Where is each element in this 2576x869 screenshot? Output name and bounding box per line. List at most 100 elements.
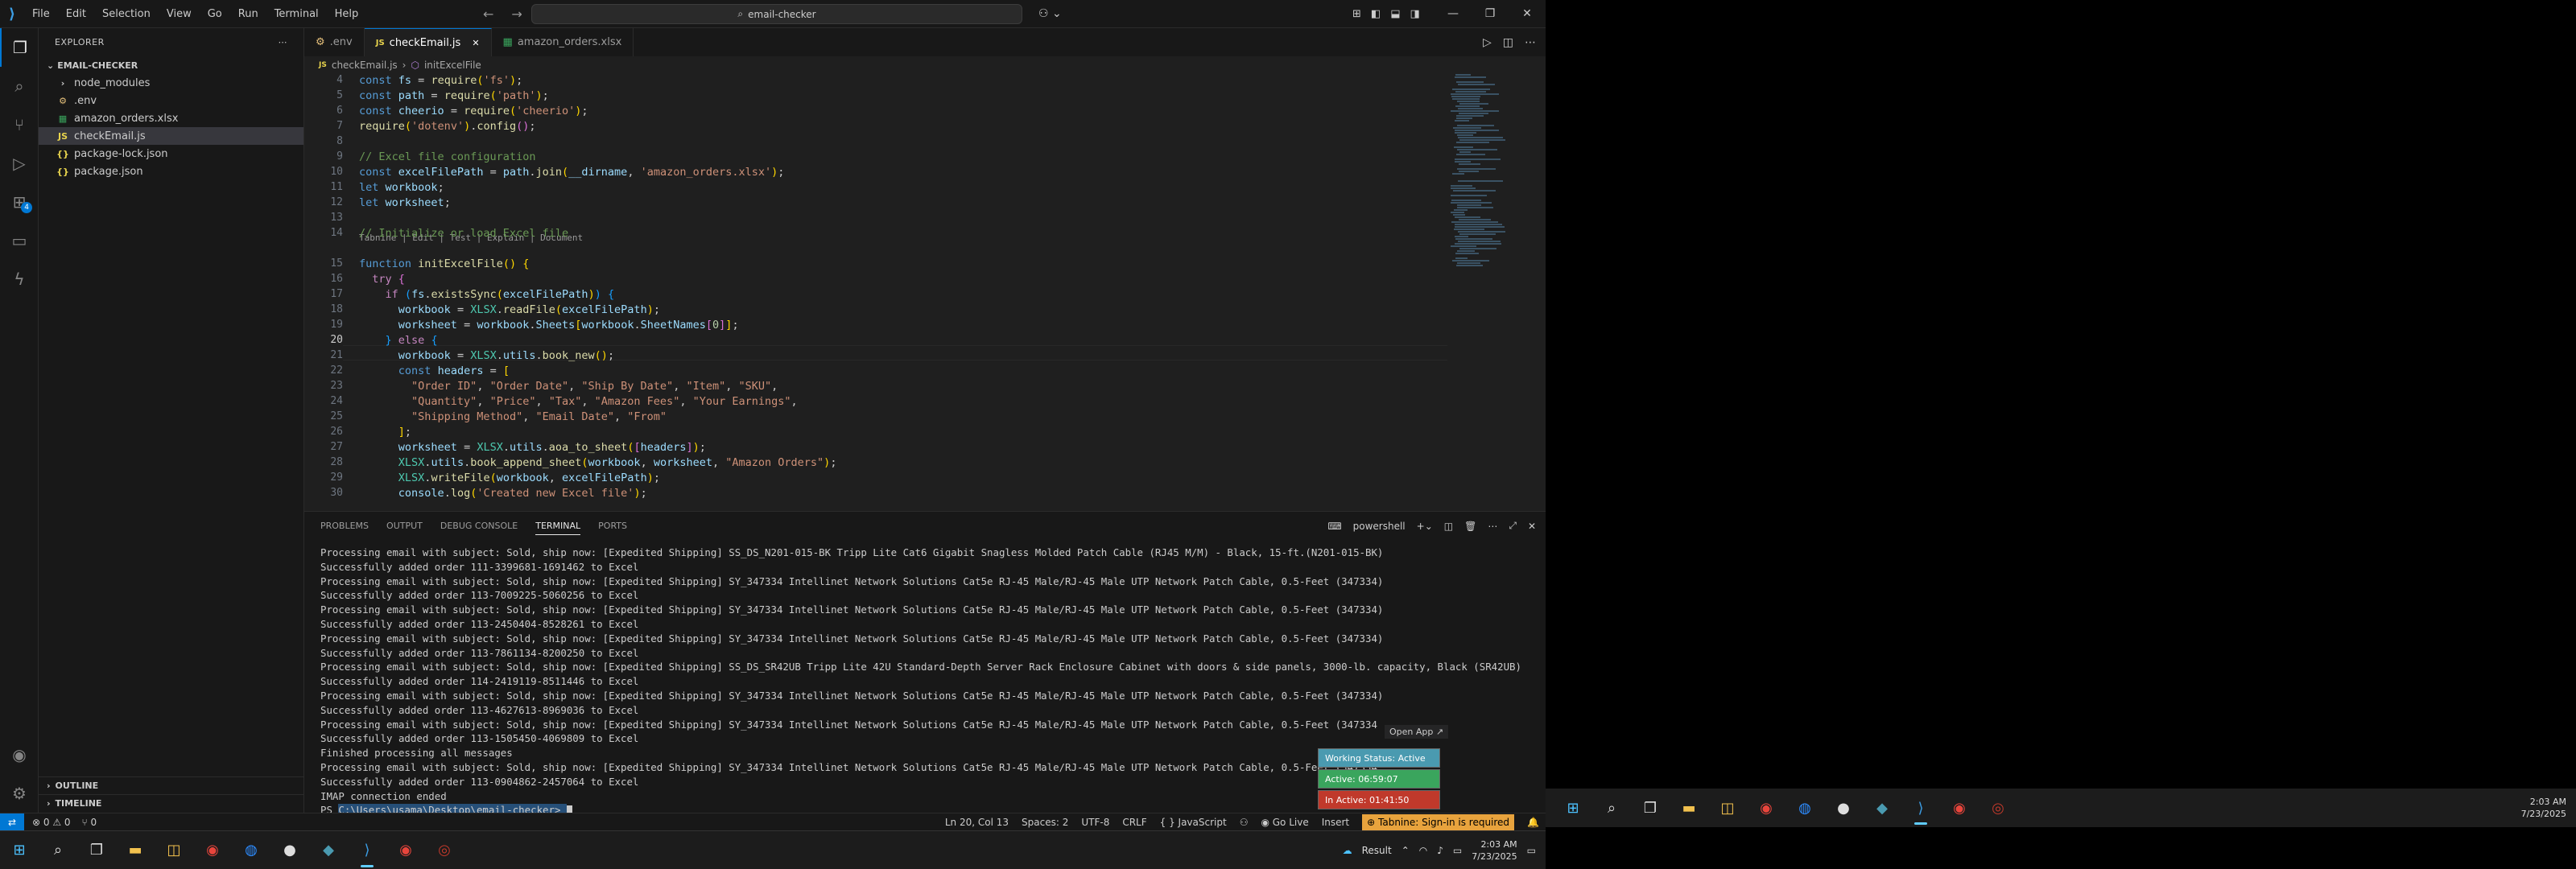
split-editor-icon[interactable]: ◫ [1503,36,1513,49]
extensions-icon[interactable]: ⊞ 4 [0,183,39,221]
menu-edit[interactable]: Edit [58,0,94,28]
app-icon[interactable]: ◆ [309,831,348,869]
indentation[interactable]: Spaces: 2 [1022,817,1068,828]
maximize-panel-icon[interactable]: ⤢ [1509,520,1517,532]
app-icon[interactable]: ◎ [1979,789,2017,827]
file-tree-item[interactable]: ▦ amazon_orders.xlsx [39,109,303,127]
volume-icon[interactable]: ♪ [1437,845,1443,856]
customize-layout-icon[interactable]: ⊞ [1352,8,1361,20]
menu-help[interactable]: Help [327,0,367,28]
file-explorer-icon[interactable]: ▬ [1670,789,1708,827]
command-center-search[interactable]: ⌕ email-checker [531,4,1022,24]
tab-debug-console[interactable]: DEBUG CONSOLE [440,521,518,531]
breadcrumb-file[interactable]: checkEmail.js [332,60,398,71]
tab-terminal[interactable]: TERMINAL [535,521,581,535]
app-icon[interactable]: ● [270,831,309,869]
search-icon[interactable]: ⌕ [39,831,77,869]
file-tree-item[interactable]: ⚙ .env [39,92,303,109]
task-view-icon[interactable]: ❐ [77,831,116,869]
app-icon[interactable]: ◆ [1863,789,1901,827]
clock[interactable]: 2:03 AM 7/23/2025 [1472,838,1517,863]
wifi-icon[interactable]: ◠ [1419,845,1427,856]
weather-text[interactable]: Result [1362,845,1392,856]
more-actions-icon[interactable]: ⋯ [1525,36,1536,49]
split-terminal-icon[interactable]: ◫ [1444,521,1453,532]
chrome-icon[interactable]: ◉ [1940,789,1979,827]
remote-indicator-icon[interactable]: ⇄ [0,813,24,831]
notifications-icon[interactable]: ▭ [1527,845,1536,856]
tab-problems[interactable]: PROBLEMS [320,521,369,531]
menu-go[interactable]: Go [200,0,230,28]
cursor-position[interactable]: Ln 20, Col 13 [945,817,1009,828]
back-arrow-icon[interactable]: ← [483,6,493,22]
source-control-icon[interactable]: ⑂ [0,105,39,144]
app-icon[interactable]: ◎ [425,831,464,869]
zoom-icon[interactable]: ◍ [1785,789,1824,827]
file-tree-item[interactable]: {} package.json [39,163,303,180]
go-live-button[interactable]: ◉ Go Live [1261,817,1308,828]
tab-amazon-orders[interactable]: ▦ amazon_orders.xlsx [492,28,634,56]
windows-start-icon[interactable]: ⊞ [1554,789,1592,827]
minimap[interactable] [1447,74,1536,511]
timeline-section[interactable]: › TIMELINE [39,794,304,812]
zoom-icon[interactable]: ◍ [232,831,270,869]
forward-arrow-icon[interactable]: → [511,6,522,22]
more-actions-icon[interactable]: ⋯ [279,37,288,47]
menu-terminal[interactable]: Terminal [266,0,327,28]
notifications-bell-icon[interactable]: 🔔 [1527,817,1539,828]
manage-gear-icon[interactable]: ⚙ [0,774,39,813]
problems-count[interactable]: ⊗ 0 ⚠ 0 [32,817,71,828]
file-explorer-icon[interactable]: ▬ [116,831,155,869]
app-icon[interactable]: ● [1824,789,1863,827]
more-actions-icon[interactable]: ⋯ [1488,521,1497,532]
search-icon[interactable]: ⌕ [1592,789,1631,827]
outline-section[interactable]: › OUTLINE [39,776,304,794]
tray-chevron-icon[interactable]: ⌃ [1402,845,1410,856]
vscode-taskbar-icon[interactable]: ⟩ [1901,789,1940,827]
breadcrumb-symbol[interactable]: initExcelFile [424,60,481,71]
weather-icon[interactable]: ☁ [1343,845,1352,856]
close-window-icon[interactable]: ✕ [1509,0,1546,28]
new-terminal-icon[interactable]: +⌄ [1417,521,1433,532]
battery-icon[interactable]: ▭ [1453,845,1462,856]
remote-explorer-icon[interactable]: ▭ [0,221,39,260]
run-debug-icon[interactable]: ▷ [0,144,39,183]
open-app-button[interactable]: Open App ↗ [1385,725,1449,739]
workspace-folder[interactable]: ⌄ EMAIL-CHECKER [39,56,303,74]
vscode-taskbar-icon[interactable]: ⟩ [348,831,386,869]
secondary-clock[interactable]: 2:03 AM 7/23/2025 [2521,789,2566,827]
store-icon[interactable]: ◫ [155,831,193,869]
ports-count[interactable]: ⑂ 0 [82,817,97,828]
copilot-icon[interactable]: ⚇ ⌄ [1038,0,1062,28]
explorer-icon[interactable]: ❐ [0,28,39,67]
task-view-icon[interactable]: ❐ [1631,789,1670,827]
file-tree-item[interactable]: › node_modules [39,74,303,92]
code-editor[interactable]: 4 5 6 7 8 9 10 11 12 13 14 15 16 17 18 19 20 21 22 23 24 25 26… [304,74,1447,511]
tabnine-icon[interactable]: ϟ [0,260,39,299]
encoding[interactable]: UTF-8 [1081,817,1109,828]
menu-view[interactable]: View [159,0,200,28]
close-icon[interactable]: ✕ [472,38,479,48]
tabnine-status[interactable]: ⊕ Tabnine: Sign-in is required [1362,814,1515,830]
copilot-status-icon[interactable]: ⚇ [1240,817,1249,828]
tab-env[interactable]: ⚙ .env [304,28,365,56]
account-icon[interactable]: ◉ [0,735,39,774]
toggle-sidebar-icon[interactable]: ◧ [1371,8,1381,20]
trash-icon[interactable]: 🗑 [1464,521,1476,532]
file-tree-item[interactable]: JS checkEmail.js [39,127,303,145]
toggle-secondary-sidebar-icon[interactable]: ◨ [1410,8,1420,20]
minimize-icon[interactable]: — [1435,0,1472,28]
chrome-icon[interactable]: ◉ [1747,789,1785,827]
windows-start-icon[interactable]: ⊞ [0,831,39,869]
shell-name[interactable]: powershell [1353,521,1406,532]
close-icon[interactable]: ✕ [1528,521,1536,532]
language-mode[interactable]: { } JavaScript [1160,817,1227,828]
file-tree-item[interactable]: {} package-lock.json [39,145,303,163]
toggle-panel-icon[interactable]: ⬓ [1390,8,1400,20]
chrome-icon[interactable]: ◉ [193,831,232,869]
tab-ports[interactable]: PORTS [598,521,627,531]
line-ending[interactable]: CRLF [1122,817,1146,828]
run-icon[interactable]: ▷ [1483,36,1492,49]
search-view-icon[interactable]: ⌕ [0,67,39,105]
tab-checkemail[interactable]: JS checkEmail.js ✕ [364,28,492,56]
